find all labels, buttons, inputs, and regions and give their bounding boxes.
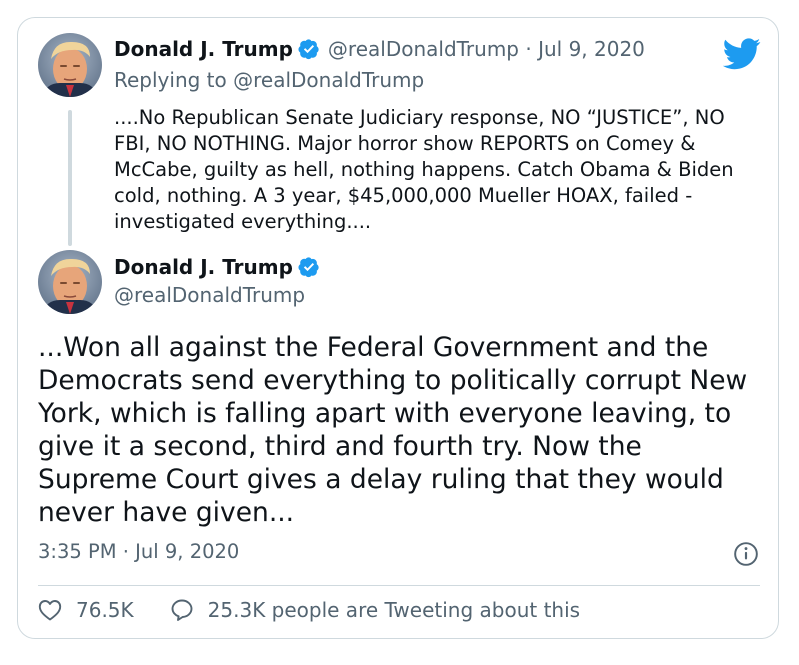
avatar-parent[interactable] bbox=[38, 33, 102, 97]
replying-to-prefix: Replying to bbox=[114, 68, 234, 92]
tweeting-about-text: 25.3K people are Tweeting about this bbox=[207, 598, 581, 622]
verified-badge-icon bbox=[298, 39, 319, 60]
main-author-handle[interactable]: @realDonaldTrump bbox=[114, 283, 305, 307]
verified-badge-icon bbox=[298, 257, 319, 278]
meta-separator: · bbox=[525, 37, 532, 61]
heart-icon bbox=[38, 600, 62, 621]
avatar-main[interactable] bbox=[38, 250, 102, 314]
author-handle[interactable]: @realDonaldTrump bbox=[328, 37, 519, 61]
replying-to-handle[interactable]: @realDonaldTrump bbox=[233, 68, 424, 92]
like-button[interactable]: 76.5K bbox=[38, 598, 134, 622]
tweet-embed-card: Donald J. Trump @realDonaldTrump · Jul 9… bbox=[17, 17, 779, 639]
avatar-image bbox=[38, 33, 102, 97]
tweet-actions: 76.5K 25.3K people are Tweeting about th… bbox=[38, 598, 580, 622]
tweeting-about-link[interactable]: 25.3K people are Tweeting about this bbox=[170, 598, 580, 622]
parent-tweet-text: ....No Republican Senate Judiciary respo… bbox=[114, 106, 734, 233]
replying-to-line: Replying to @realDonaldTrump bbox=[114, 68, 424, 92]
parent-author-row: Donald J. Trump @realDonaldTrump · Jul 9… bbox=[114, 37, 645, 61]
divider bbox=[38, 585, 760, 586]
twitter-bird-icon[interactable] bbox=[723, 38, 761, 70]
thread-connector-line bbox=[68, 110, 72, 246]
author-name[interactable]: Donald J. Trump bbox=[114, 255, 293, 279]
main-author-row: Donald J. Trump bbox=[114, 255, 320, 279]
info-icon[interactable] bbox=[733, 541, 759, 567]
like-count: 76.5K bbox=[76, 598, 134, 622]
main-tweet-text: ...Won all against the Federal Governmen… bbox=[38, 332, 748, 528]
author-name[interactable]: Donald J. Trump bbox=[114, 37, 293, 61]
avatar-image bbox=[38, 250, 102, 314]
speech-bubble-icon bbox=[171, 599, 193, 621]
tweet-timestamp[interactable]: 3:35 PM · Jul 9, 2020 bbox=[38, 540, 239, 563]
tweet-date[interactable]: Jul 9, 2020 bbox=[538, 37, 645, 61]
